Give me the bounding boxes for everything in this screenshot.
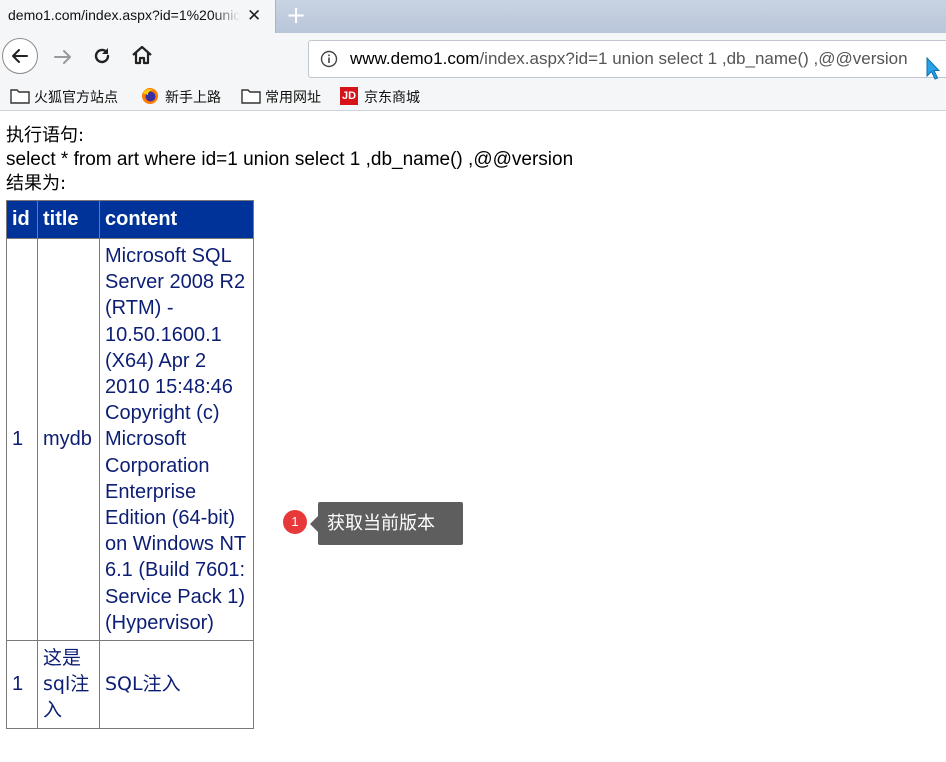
tab-title: demo1.com/index.aspx?id=1%20union [8,7,240,23]
tooltip-arrow [310,516,318,532]
bookmark-label: 新手上路 [165,90,221,106]
url-path: /index.aspx?id=1 union select 1 ,db_name… [479,49,908,68]
url-bar[interactable]: www.demo1.com/index.aspx?id=1 union sele… [308,40,946,78]
cell-content: Microsoft SQL Server 2008 R2 (RTM) - 10.… [99,237,254,642]
cell-title: 这是sql注入 [37,640,100,729]
jd-icon: JD [340,87,358,105]
table-row: 1 这是sql注入 SQL注入 [6,640,254,729]
result-table: id title content 1 mydb Microsoft SQL Se… [6,200,254,729]
back-button[interactable] [2,38,38,74]
info-icon[interactable] [320,50,338,68]
column-header-content: content [99,200,254,239]
tab-active[interactable]: demo1.com/index.aspx?id=1%20union ✕ [0,0,276,33]
table-row: 1 mydb Microsoft SQL Server 2008 R2 (RTM… [6,237,254,642]
new-tab-button[interactable]: + [286,1,306,29]
column-header-title: title [37,200,100,239]
folder-icon [10,89,30,104]
page-content: 执行语句: select * from art where id=1 union… [6,124,573,196]
table-header-row: id title content [6,200,254,239]
browser-window: demo1.com/index.aspx?id=1%20union ✕ + ww… [0,0,946,762]
url-host: www.demo1.com [350,49,480,68]
url-text[interactable]: www.demo1.com/index.aspx?id=1 union sele… [350,49,908,69]
firefox-icon [142,88,158,104]
tab-strip: demo1.com/index.aspx?id=1%20union ✕ + [0,0,946,33]
annotation-badge: 1 [283,510,307,534]
forward-arrow-icon[interactable] [52,46,74,68]
folder-icon [241,89,261,104]
query-text: select * from art where id=1 union selec… [6,149,574,170]
exec-label: 执行语句: [6,125,85,146]
result-label: 结果为: [6,173,67,194]
column-header-id: id [6,200,38,239]
bookmark-label: 京东商城 [364,90,420,106]
mouse-cursor-icon [926,57,940,80]
back-arrow-icon [12,49,28,63]
cell-content: SQL注入 [99,640,254,729]
cell-id: 1 [6,640,38,729]
bookmarks-toolbar: 火狐官方站点 新手上路 常用网址 JD 京东商城 [0,81,946,111]
tab-close-icon[interactable]: ✕ [247,6,261,26]
cell-title: mydb [37,237,100,642]
annotation-tooltip: 获取当前版本 [318,502,463,545]
bookmark-label: 火狐官方站点 [34,90,118,106]
reload-icon[interactable] [91,45,113,67]
navigation-bar: www.demo1.com/index.aspx?id=1 union sele… [0,33,946,81]
cell-id: 1 [6,237,38,642]
bookmark-label: 常用网址 [265,90,321,106]
home-icon[interactable] [131,44,153,66]
